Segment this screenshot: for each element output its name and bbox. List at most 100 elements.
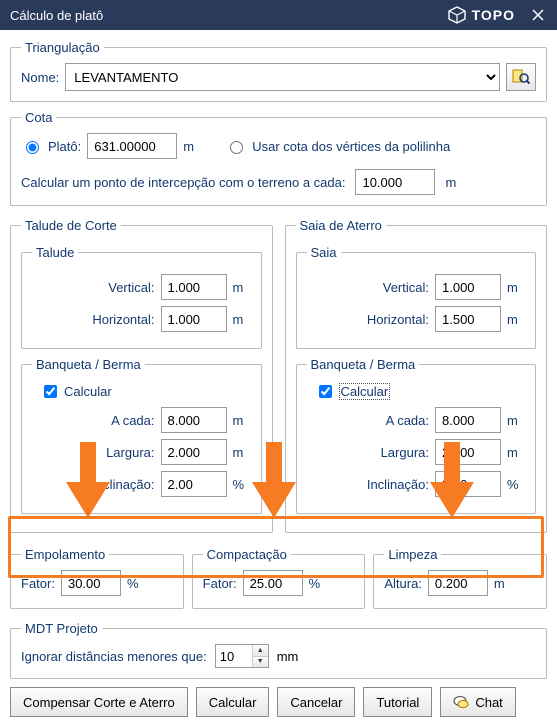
label-aterro-acada: A cada: xyxy=(353,413,429,428)
input-corte-largura[interactable] xyxy=(161,439,227,465)
unit-mdt: mm xyxy=(277,649,299,664)
label-calc-inter: Calcular um ponto de intercepção com o t… xyxy=(21,175,345,190)
input-aterro-acada[interactable] xyxy=(435,407,501,433)
label-empol-fator: Fator: xyxy=(21,576,55,591)
input-plato[interactable] xyxy=(87,133,177,159)
label-corte-horizontal: Horizontal: xyxy=(79,312,155,327)
window-title: Cálculo de platô xyxy=(10,8,103,23)
legend-cota: Cota xyxy=(21,110,56,125)
fieldset-empolamento: Empolamento Fator: % xyxy=(10,547,184,609)
fieldset-aterro: Saia de Aterro Saia Vertical: m Horizont… xyxy=(285,218,548,533)
fieldset-mdt: MDT Projeto Ignorar distâncias menores q… xyxy=(10,621,547,679)
legend-limpeza: Limpeza xyxy=(384,547,441,562)
legend-aterro: Saia de Aterro xyxy=(296,218,386,233)
input-corte-incl[interactable] xyxy=(161,471,227,497)
label-compact-fator: Fator: xyxy=(203,576,237,591)
input-calc-inter[interactable] xyxy=(355,169,435,195)
check-corte-calcular[interactable] xyxy=(44,385,57,398)
input-mdt-ignore[interactable] xyxy=(216,645,252,667)
cube-icon xyxy=(448,6,466,24)
brand-text: TOPO xyxy=(472,7,515,23)
unit-calc-inter: m xyxy=(445,175,463,190)
legend-corte-banqueta: Banqueta / Berma xyxy=(32,357,145,372)
legend-aterro-banqueta: Banqueta / Berma xyxy=(307,357,420,372)
radio-usar-vertices[interactable] xyxy=(230,141,243,154)
label-nome: Nome: xyxy=(21,70,59,85)
unit-empol: % xyxy=(127,576,145,591)
fieldset-aterro-banqueta: Banqueta / Berma Calcular A cada: m Larg… xyxy=(296,357,537,514)
input-limpeza-altura[interactable] xyxy=(428,570,488,596)
unit-compact: % xyxy=(309,576,327,591)
btn-calcular[interactable]: Calcular xyxy=(196,687,270,717)
unit-aterro-vertical: m xyxy=(507,280,525,295)
input-aterro-incl[interactable] xyxy=(435,471,501,497)
fieldset-corte-talude: Talude Vertical: m Horizontal: m xyxy=(21,245,262,349)
unit-corte-incl: % xyxy=(233,477,251,492)
fieldset-triangulacao: Triangulação Nome: LEVANTAMENTO xyxy=(10,40,547,102)
legend-mdt: MDT Projeto xyxy=(21,621,102,636)
label-mdt-ignore: Ignorar distâncias menores que: xyxy=(21,649,207,664)
magnifier-icon xyxy=(512,67,530,88)
button-bar: Compensar Corte e Aterro Calcular Cancel… xyxy=(10,687,547,717)
input-empol-fator[interactable] xyxy=(61,570,121,596)
legend-corte: Talude de Corte xyxy=(21,218,121,233)
fieldset-compactacao: Compactação Fator: % xyxy=(192,547,366,609)
spinner-mdt-ignore[interactable]: ▲ ▼ xyxy=(215,644,269,668)
label-aterro-largura: Largura: xyxy=(353,445,429,460)
label-usar-vertices: Usar cota dos vértices da polilinha xyxy=(252,139,450,154)
label-aterro-vertical: Vertical: xyxy=(353,280,429,295)
input-corte-acada[interactable] xyxy=(161,407,227,433)
fieldset-corte-banqueta: Banqueta / Berma Calcular A cada: m Larg… xyxy=(21,357,262,514)
btn-cancelar[interactable]: Cancelar xyxy=(277,687,355,717)
chat-icon xyxy=(453,694,469,710)
btn-chat[interactable]: Chat xyxy=(440,687,515,717)
btn-tutorial[interactable]: Tutorial xyxy=(363,687,432,717)
combo-nome[interactable]: LEVANTAMENTO xyxy=(65,63,500,91)
unit-aterro-incl: % xyxy=(507,477,525,492)
fieldset-limpeza: Limpeza Altura: m xyxy=(373,547,547,609)
input-aterro-largura[interactable] xyxy=(435,439,501,465)
unit-aterro-largura: m xyxy=(507,445,525,460)
unit-corte-horizontal: m xyxy=(233,312,251,327)
titlebar: Cálculo de platô TOPO xyxy=(0,0,557,30)
fieldset-aterro-saia: Saia Vertical: m Horizontal: m xyxy=(296,245,537,349)
label-limpeza-altura: Altura: xyxy=(384,576,422,591)
legend-empolamento: Empolamento xyxy=(21,547,109,562)
label-corte-calcular: Calcular xyxy=(64,384,112,399)
unit-corte-vertical: m xyxy=(233,280,251,295)
unit-corte-largura: m xyxy=(233,445,251,460)
brand-logo: TOPO xyxy=(448,6,515,24)
label-corte-incl: Inclinação: xyxy=(79,477,155,492)
radio-group-cota: Platô: m xyxy=(21,133,201,159)
unit-aterro-horizontal: m xyxy=(507,312,525,327)
check-aterro-calcular[interactable] xyxy=(319,385,332,398)
spinner-up-icon[interactable]: ▲ xyxy=(253,645,268,657)
unit-aterro-acada: m xyxy=(507,413,525,428)
unit-corte-acada: m xyxy=(233,413,251,428)
fieldset-cota: Cota Platô: m Usar cota dos vértices da … xyxy=(10,110,547,206)
dialog-content: Triangulação Nome: LEVANTAMENTO Cota xyxy=(0,30,557,727)
btn-compensar[interactable]: Compensar Corte e Aterro xyxy=(10,687,188,717)
radio-plato[interactable] xyxy=(26,141,39,154)
input-corte-vertical[interactable] xyxy=(161,274,227,300)
legend-corte-talude: Talude xyxy=(32,245,78,260)
legend-triangulacao: Triangulação xyxy=(21,40,104,55)
label-aterro-calcular: Calcular xyxy=(339,383,391,400)
fieldset-corte: Talude de Corte Talude Vertical: m Horiz… xyxy=(10,218,273,533)
label-plato: Platô: xyxy=(48,139,81,154)
legend-aterro-saia: Saia xyxy=(307,245,341,260)
unit-plato: m xyxy=(183,139,201,154)
label-aterro-incl: Inclinação: xyxy=(353,477,429,492)
pick-entity-button[interactable] xyxy=(506,63,536,91)
input-corte-horizontal[interactable] xyxy=(161,306,227,332)
legend-compactacao: Compactação xyxy=(203,547,291,562)
close-button[interactable] xyxy=(529,6,547,24)
input-aterro-vertical[interactable] xyxy=(435,274,501,300)
label-aterro-horizontal: Horizontal: xyxy=(353,312,429,327)
unit-limpeza: m xyxy=(494,576,512,591)
input-aterro-horizontal[interactable] xyxy=(435,306,501,332)
label-corte-acada: A cada: xyxy=(79,413,155,428)
spinner-down-icon[interactable]: ▼ xyxy=(253,657,268,668)
label-corte-vertical: Vertical: xyxy=(79,280,155,295)
input-compact-fator[interactable] xyxy=(243,570,303,596)
